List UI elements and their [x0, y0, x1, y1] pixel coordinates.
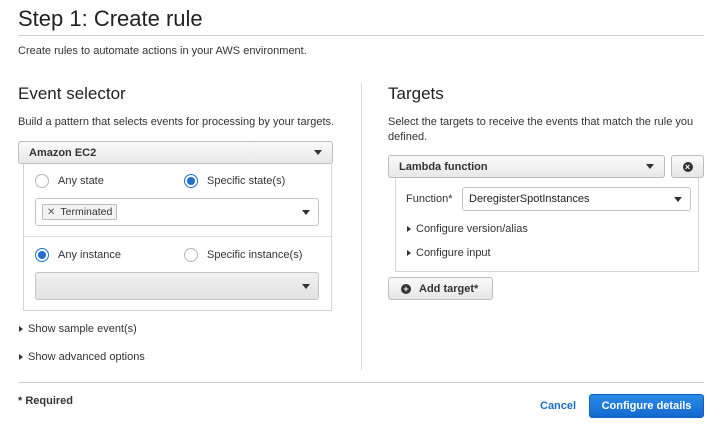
radio-specific-state[interactable]: Specific state(s) — [184, 174, 285, 188]
function-select-value: DeregisterSpotInstances — [469, 193, 590, 205]
caret-right-icon — [407, 226, 411, 232]
radio-any-instance-label: Any instance — [58, 249, 121, 261]
radio-specific-state-indicator — [184, 174, 198, 188]
function-label: Function* — [406, 193, 453, 205]
page-title: Step 1: Create rule — [18, 6, 203, 31]
cancel-link[interactable]: Cancel — [540, 400, 576, 412]
target-type-dropdown[interactable]: Lambda function — [388, 155, 665, 178]
event-selector-description: Build a pattern that selects events for … — [18, 116, 335, 128]
add-icon: + — [401, 283, 411, 294]
state-multiselect[interactable]: ✕ Terminated — [35, 198, 319, 226]
chevron-down-icon — [314, 150, 322, 155]
add-target-label: Add target* — [419, 282, 479, 295]
title-divider — [18, 35, 704, 36]
page-subtitle: Create rules to automate actions in your… — [18, 45, 307, 57]
chevron-down-icon — [302, 283, 310, 289]
radio-specific-state-label: Specific state(s) — [207, 175, 286, 187]
service-dropdown[interactable]: Amazon EC2 — [18, 141, 333, 164]
show-sample-events-toggle[interactable]: Show sample event(s) — [19, 323, 137, 335]
required-note: * Required — [18, 395, 74, 407]
event-selector-heading: Event selector — [18, 84, 126, 103]
show-advanced-options-label: Show advanced options — [28, 351, 145, 363]
close-icon: × — [682, 161, 693, 172]
radio-specific-instance-label: Specific instance(s) — [207, 249, 303, 261]
chevron-down-icon — [646, 164, 654, 169]
instance-select[interactable] — [35, 272, 319, 300]
remove-tag-icon[interactable]: ✕ — [47, 207, 55, 218]
event-pattern-panel: Any state Specific state(s) ✕ Terminated… — [23, 164, 332, 311]
radio-any-state[interactable]: Any state — [35, 174, 104, 188]
configure-details-button[interactable]: Configure details — [589, 394, 704, 418]
radio-any-instance[interactable]: Any instance — [35, 248, 121, 262]
chevron-down-icon — [302, 209, 310, 215]
targets-heading: Targets — [388, 84, 444, 103]
remove-target-button[interactable]: × — [671, 155, 704, 178]
radio-any-instance-indicator — [35, 248, 49, 262]
panel-divider — [24, 236, 331, 237]
configure-input-toggle[interactable]: Configure input — [407, 247, 491, 259]
show-sample-events-label: Show sample event(s) — [28, 323, 137, 335]
chevron-down-icon — [674, 196, 682, 202]
caret-right-icon — [407, 250, 411, 256]
radio-any-state-label: Any state — [58, 175, 104, 187]
configure-version-toggle[interactable]: Configure version/alias — [407, 223, 528, 235]
caret-right-icon — [19, 326, 23, 332]
radio-specific-instance[interactable]: Specific instance(s) — [184, 248, 302, 262]
targets-description: Select the targets to receive the events… — [388, 116, 694, 143]
service-dropdown-value: Amazon EC2 — [29, 146, 97, 159]
radio-specific-instance-indicator — [184, 248, 198, 262]
show-advanced-options-toggle[interactable]: Show advanced options — [19, 351, 145, 363]
footer-divider — [18, 382, 704, 383]
function-select[interactable]: DeregisterSpotInstances — [462, 187, 691, 211]
state-tag: ✕ Terminated — [42, 204, 118, 220]
radio-any-state-indicator — [35, 174, 49, 188]
caret-right-icon — [19, 354, 23, 360]
configure-version-label: Configure version/alias — [416, 223, 528, 235]
target-type-value: Lambda function — [399, 160, 488, 173]
column-divider — [361, 83, 362, 370]
target-config-panel: Function* DeregisterSpotInstances Config… — [395, 178, 699, 272]
state-tag-label: Terminated — [60, 206, 113, 218]
configure-input-label: Configure input — [416, 247, 491, 259]
add-target-button[interactable]: + Add target* — [388, 277, 493, 300]
